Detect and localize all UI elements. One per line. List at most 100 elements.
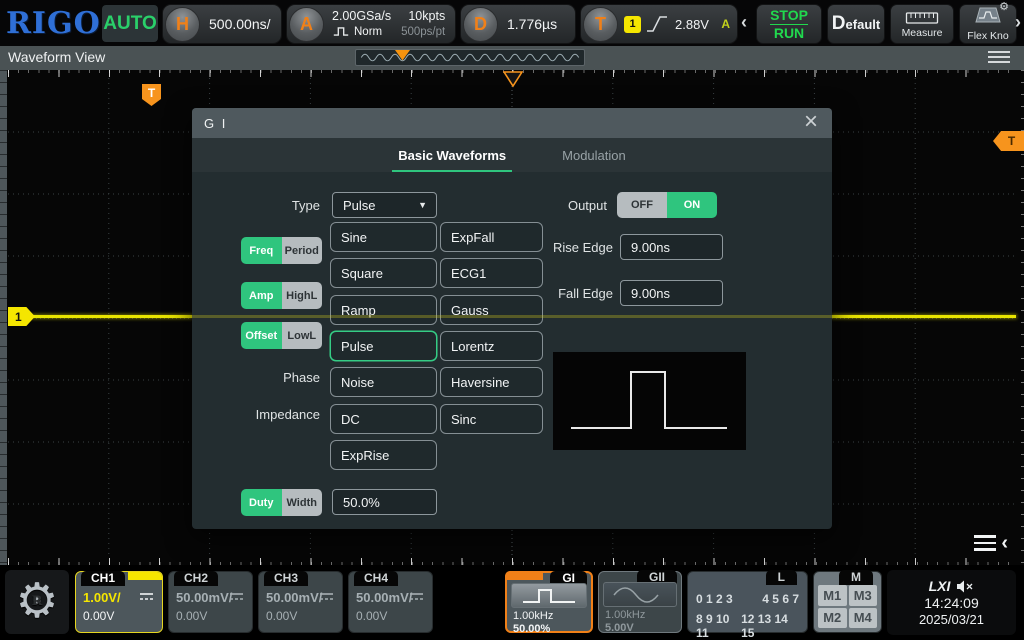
waveform-option-ecg1[interactable]: ECG1 [440, 258, 543, 288]
oscilloscope-screen: RIGOL AUTO H 500.00ns/ A 2.00GSa/s Norm [0, 0, 1024, 640]
offset-label[interactable]: Offset [241, 322, 282, 349]
impedance-label: Impedance [220, 407, 320, 422]
math-m4-button[interactable]: M4 [849, 608, 878, 629]
generator-dialog: G I × Basic Waveforms Modulation Type Pu… [192, 108, 832, 529]
waveform-option-noise[interactable]: Noise [330, 367, 437, 397]
status-clock-box[interactable]: LXI 14:24:09 2025/03/21 [887, 570, 1016, 635]
duty-width-toggle[interactable]: Duty Width [241, 489, 322, 516]
period-label[interactable]: Period [282, 237, 323, 264]
acquisition-pill[interactable]: A 2.00GSa/s Norm 10kpts 500ps/pt [286, 4, 456, 44]
trigger-key[interactable]: T [583, 7, 618, 42]
type-value: Pulse [343, 198, 376, 213]
ruler-icon [905, 10, 939, 26]
output-on[interactable]: ON [667, 192, 717, 218]
acquisition-info: 2.00GSa/s Norm 10kpts 500ps/pt [332, 9, 445, 39]
delay-key[interactable]: D [463, 7, 498, 42]
freq-period-toggle[interactable]: Freq Period [241, 237, 322, 264]
waveform-option-pulse[interactable]: Pulse [330, 331, 437, 361]
ch2-coupling-icon [229, 592, 244, 602]
math-m1-button[interactable]: M1 [818, 585, 847, 606]
offset-lowl-toggle[interactable]: Offset LowL [241, 322, 322, 349]
tab-modulation[interactable]: Modulation [560, 142, 628, 169]
rise-edge-field[interactable]: 9.00ns [620, 234, 723, 260]
width-label[interactable]: Width [282, 489, 323, 516]
ch4-offset: 0.00V [356, 609, 387, 623]
gi-color-strip [505, 571, 543, 580]
freq-label[interactable]: Freq [241, 237, 282, 264]
ch2-offset: 0.00V [176, 609, 207, 623]
waveform-option-lorentz[interactable]: Lorentz [440, 331, 543, 361]
waveform-option-square[interactable]: Square [330, 258, 437, 288]
toolbar-scroll-left-icon[interactable]: ‹ [741, 12, 747, 33]
ch1-trace-right [832, 315, 1016, 318]
trigger-mode-letter: A [721, 17, 730, 31]
horizontal-key[interactable]: H [165, 7, 200, 42]
logic-tab[interactable]: L [766, 570, 797, 585]
lowl-label[interactable]: LowL [282, 322, 323, 349]
measure-button[interactable]: Measure [890, 4, 954, 44]
fall-edge-label: Fall Edge [513, 286, 613, 301]
memory-depth: 10kpts [408, 9, 445, 25]
display-menu-icon[interactable] [988, 51, 1010, 63]
waveform-option-exprise[interactable]: ExpRise [330, 440, 437, 470]
default-button[interactable]: Default [827, 4, 885, 44]
logic-box[interactable]: L 0 1 2 3 4 5 6 7 8 9 10 11 12 13 14 15 [687, 571, 808, 633]
delay-pill[interactable]: D 1.776µs [460, 4, 576, 44]
trigger-pill[interactable]: T 1 2.88V A [580, 4, 738, 44]
amp-highl-toggle[interactable]: Amp HighL [241, 282, 322, 309]
trigger-delay: 1.776µs [507, 16, 557, 32]
ch3-box[interactable]: CH3 50.00mV/ 0.00V [258, 571, 343, 633]
highl-label[interactable]: HighL [282, 282, 323, 309]
tab-basic-waveforms[interactable]: Basic Waveforms [396, 142, 508, 169]
waveform-option-ramp[interactable]: Ramp [330, 295, 437, 325]
bottom-bar: ⚙R CH1 1.00V/ 0.00V CH2 50.00mV/ 0.00V C… [0, 565, 1024, 640]
horizontal-pill[interactable]: H 500.00ns/ [162, 4, 282, 44]
ch2-box[interactable]: CH2 50.00mV/ 0.00V [168, 571, 253, 633]
trigger-sweep-auto[interactable]: AUTO [102, 5, 158, 42]
logic-digits-0-3: 0 1 2 3 [696, 592, 733, 606]
ch1-tab[interactable]: CH1 [81, 571, 125, 586]
gi-box[interactable]: GI 1.00kHz 50.00% [505, 571, 593, 633]
type-dropdown[interactable]: Pulse ▼ [332, 192, 437, 218]
ch2-tab[interactable]: CH2 [174, 571, 218, 586]
math-m2-button[interactable]: M2 [818, 608, 847, 629]
close-icon[interactable]: × [798, 108, 824, 138]
math-box[interactable]: M M1 M3 M2 M4 [813, 571, 882, 633]
waveform-option-dc[interactable]: DC [330, 404, 437, 434]
ch4-box[interactable]: CH4 50.00mV/ 0.00V [348, 571, 433, 633]
memory-overview-strip[interactable] [355, 49, 585, 66]
waveform-option-haversine[interactable]: Haversine [440, 367, 543, 397]
output-toggle[interactable]: OFF ON [617, 192, 717, 218]
overview-sine-icon [356, 50, 584, 65]
trigger-position-marker[interactable] [503, 71, 523, 88]
lxi-label: LXI [929, 578, 951, 594]
toolbar-scroll-right-icon[interactable]: › [1015, 12, 1021, 33]
waveform-option-sinc[interactable]: Sinc [440, 404, 543, 434]
math-m3-button[interactable]: M3 [849, 585, 878, 606]
clock-date: 2025/03/21 [919, 612, 984, 627]
ch1-box[interactable]: CH1 1.00V/ 0.00V [75, 571, 163, 633]
fall-edge-field[interactable]: 9.00ns [620, 280, 723, 306]
output-label: Output [527, 198, 607, 213]
duty-label[interactable]: Duty [241, 489, 282, 516]
stop-run-button[interactable]: STOP RUN [756, 4, 822, 44]
ch4-tab[interactable]: CH4 [354, 571, 398, 586]
math-tab[interactable]: M [839, 570, 873, 585]
clock-time: 14:24:09 [924, 595, 979, 611]
dialog-header[interactable]: G I × [192, 108, 832, 138]
amp-label[interactable]: Amp [241, 282, 282, 309]
collapsed-menu-icon[interactable]: ‹ [974, 533, 1008, 553]
duty-field[interactable]: 50.0% [332, 489, 437, 515]
acquire-key[interactable]: A [289, 7, 324, 42]
waveform-option-sine[interactable]: Sine [330, 222, 437, 252]
ch3-tab[interactable]: CH3 [264, 571, 308, 586]
sound-muted-icon [956, 580, 974, 593]
rigol-gear-logo[interactable]: ⚙R [5, 570, 69, 634]
dialog-title: G I [204, 116, 227, 131]
flex-knob-button[interactable]: ⚙ Flex Kno [959, 4, 1017, 44]
pulse-mode-icon [332, 26, 350, 37]
output-off[interactable]: OFF [617, 192, 667, 218]
logic-digits-4-7: 4 5 6 7 [762, 592, 799, 606]
gii-box[interactable]: GII 1.00kHz 5.00V [598, 571, 682, 633]
ch1-color-strip [128, 572, 162, 580]
